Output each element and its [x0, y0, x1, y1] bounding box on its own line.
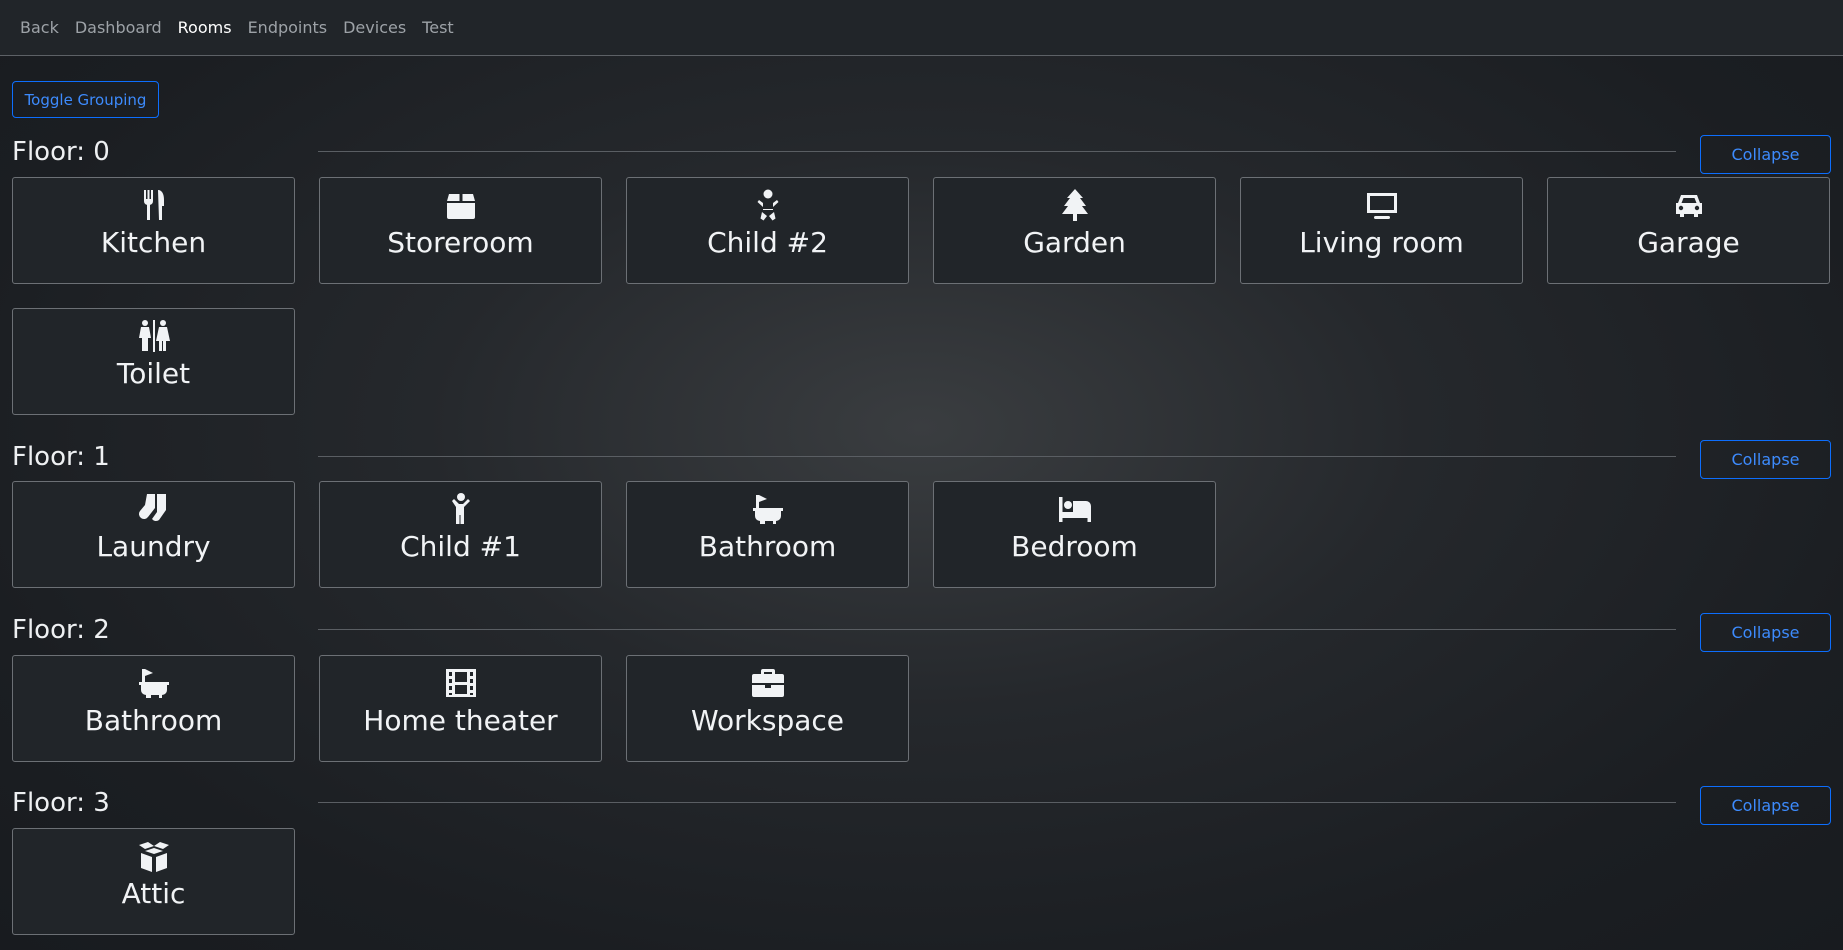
nav-rooms-link[interactable]: Rooms	[170, 18, 240, 37]
room-card-child-2[interactable]: Child #2	[626, 177, 909, 284]
floor-3-collapse-button[interactable]: Collapse	[1700, 786, 1831, 825]
bath-icon	[751, 492, 785, 526]
room-card-bathroom[interactable]: Bathroom	[626, 481, 909, 588]
room-card-attic[interactable]: Attic	[12, 828, 295, 935]
box-open-icon	[137, 839, 171, 873]
room-label: Storeroom	[387, 226, 534, 259]
bath-icon	[137, 666, 171, 700]
room-card-storeroom[interactable]: Storeroom	[319, 177, 602, 284]
floor-0-divider	[318, 151, 1676, 152]
briefcase-icon	[751, 666, 785, 700]
socks-icon	[137, 492, 171, 526]
room-card-home-theater[interactable]: Home theater	[319, 655, 602, 762]
floor-2-divider	[318, 629, 1676, 630]
utensils-icon	[137, 188, 171, 222]
nav-test-link[interactable]: Test	[414, 18, 462, 37]
tv-icon	[1365, 188, 1399, 222]
room-card-toilet[interactable]: Toilet	[12, 308, 295, 415]
room-card-bathroom-2[interactable]: Bathroom	[12, 655, 295, 762]
baby-icon	[751, 188, 785, 222]
room-card-child-1[interactable]: Child #1	[319, 481, 602, 588]
room-card-living-room[interactable]: Living room	[1240, 177, 1523, 284]
room-label: Garage	[1637, 226, 1740, 259]
tree-icon	[1058, 188, 1092, 222]
child-icon	[444, 492, 478, 526]
room-label: Home theater	[363, 704, 558, 737]
room-label: Bathroom	[84, 704, 223, 737]
floor-2-collapse-button[interactable]: Collapse	[1700, 613, 1831, 652]
nav-back-link[interactable]: Back	[12, 18, 67, 37]
restroom-icon	[137, 319, 171, 353]
room-label: Child #1	[400, 530, 521, 563]
box-icon	[444, 188, 478, 222]
toggle-grouping-button[interactable]: Toggle Grouping	[12, 81, 159, 118]
room-card-garage[interactable]: Garage	[1547, 177, 1830, 284]
room-label: Attic	[121, 877, 186, 910]
room-card-bedroom[interactable]: Bedroom	[933, 481, 1216, 588]
room-card-laundry[interactable]: Laundry	[12, 481, 295, 588]
room-label: Bathroom	[698, 530, 837, 563]
film-icon	[444, 666, 478, 700]
room-label: Bedroom	[1011, 530, 1138, 563]
floor-3-divider	[318, 802, 1676, 803]
floor-1-collapse-button[interactable]: Collapse	[1700, 440, 1831, 479]
nav-devices-link[interactable]: Devices	[335, 18, 414, 37]
nav-dashboard-link[interactable]: Dashboard	[67, 18, 170, 37]
room-label: Garden	[1023, 226, 1126, 259]
floor-1-divider	[318, 456, 1676, 457]
floor-2-title: Floor: 2	[12, 615, 110, 645]
floor-0-title: Floor: 0	[12, 137, 110, 167]
floor-0-collapse-button[interactable]: Collapse	[1700, 135, 1831, 174]
room-label: Child #2	[707, 226, 828, 259]
room-label: Laundry	[96, 530, 211, 563]
room-label: Living room	[1299, 226, 1464, 259]
room-card-garden[interactable]: Garden	[933, 177, 1216, 284]
room-label: Workspace	[690, 704, 845, 737]
car-icon	[1672, 188, 1706, 222]
nav-endpoints-link[interactable]: Endpoints	[240, 18, 336, 37]
room-card-workspace[interactable]: Workspace	[626, 655, 909, 762]
floor-1-title: Floor: 1	[12, 442, 110, 472]
room-card-kitchen[interactable]: Kitchen	[12, 177, 295, 284]
floor-3-title: Floor: 3	[12, 788, 110, 818]
room-label: Kitchen	[100, 226, 207, 259]
top-navbar: Back Dashboard Rooms Endpoints Devices T…	[0, 0, 1843, 56]
room-label: Toilet	[116, 357, 191, 390]
bed-icon	[1058, 492, 1092, 526]
